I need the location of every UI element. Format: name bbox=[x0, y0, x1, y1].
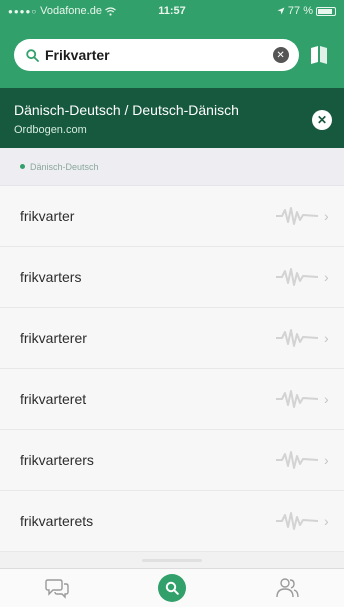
dictionary-title: Dänisch-Deutsch / Deutsch-Dänisch bbox=[14, 102, 239, 118]
chevron-right-icon: › bbox=[324, 513, 329, 529]
list-item[interactable]: frikvarteret › bbox=[0, 369, 344, 430]
list-item[interactable]: frikvarter › bbox=[0, 186, 344, 247]
result-word: frikvarterer bbox=[20, 330, 87, 346]
battery-percent: 77 % bbox=[287, 5, 313, 17]
audio-wave-icon[interactable] bbox=[276, 389, 318, 409]
tab-chat[interactable] bbox=[37, 572, 77, 604]
tab-search[interactable] bbox=[152, 572, 192, 604]
tab-users[interactable] bbox=[267, 572, 307, 604]
carrier-group: ●●●●○ Vodafone.de bbox=[8, 5, 117, 17]
carrier-label: Vodafone.de bbox=[40, 5, 102, 17]
chevron-right-icon: › bbox=[324, 269, 329, 285]
section-label-pill: Dänisch-Deutsch bbox=[20, 162, 99, 172]
result-word: frikvarters bbox=[20, 269, 82, 285]
book-button[interactable] bbox=[305, 40, 334, 70]
search-input[interactable] bbox=[45, 47, 273, 63]
section-label: Dänisch-Deutsch bbox=[30, 161, 99, 172]
result-word: frikvarterers bbox=[20, 452, 94, 468]
battery-icon bbox=[315, 6, 336, 16]
chevron-right-icon: › bbox=[324, 330, 329, 346]
book-icon bbox=[311, 46, 328, 64]
list-item[interactable]: frikvarters › bbox=[0, 247, 344, 308]
audio-wave-icon[interactable] bbox=[276, 450, 318, 470]
audio-wave-icon[interactable] bbox=[276, 511, 318, 531]
clear-circle-icon[interactable]: ✕ bbox=[272, 47, 289, 63]
result-word: frikvarter bbox=[20, 208, 75, 224]
search-bar: ✕ bbox=[0, 22, 344, 88]
battery-group: 77 % bbox=[227, 5, 336, 17]
users-icon bbox=[275, 578, 299, 598]
close-circle-icon[interactable]: ✕ bbox=[312, 110, 332, 130]
status-time: 11:57 bbox=[158, 5, 186, 17]
location-arrow-icon bbox=[277, 7, 285, 15]
audio-wave-icon[interactable] bbox=[276, 206, 318, 226]
list-item[interactable]: frikvarterer › bbox=[0, 308, 344, 369]
wifi-icon bbox=[105, 6, 116, 16]
status-bar: ●●●●○ Vodafone.de 11:57 77 % bbox=[0, 0, 344, 22]
search-icon bbox=[26, 48, 39, 62]
result-word: frikvarterets bbox=[20, 513, 94, 529]
signal-icon: ●●●●○ bbox=[8, 6, 38, 16]
chevron-right-icon: › bbox=[324, 452, 329, 468]
dictionary-banner: Dänisch-Deutsch / Deutsch-Dänisch Ordbog… bbox=[0, 88, 344, 148]
chevron-right-icon: › bbox=[324, 391, 329, 407]
scroll-grip bbox=[0, 552, 344, 568]
chat-bubbles-icon bbox=[45, 579, 70, 599]
search-field[interactable]: ✕ bbox=[14, 39, 299, 71]
list-item[interactable]: frikvarterers › bbox=[0, 430, 344, 491]
dictionary-source: Ordbogen.com bbox=[14, 124, 87, 136]
audio-wave-icon[interactable] bbox=[276, 328, 318, 348]
result-word: frikvarteret bbox=[20, 391, 87, 407]
audio-wave-icon[interactable] bbox=[276, 267, 318, 287]
results-list: frikvarter › frikvarters › frikvarterer … bbox=[0, 186, 344, 552]
chevron-right-icon: › bbox=[324, 208, 329, 224]
grip-bar bbox=[142, 558, 202, 562]
search-tab-bg bbox=[157, 574, 186, 602]
list-item[interactable]: frikvarterets › bbox=[0, 491, 344, 552]
section-dot-icon bbox=[20, 164, 25, 169]
search-icon bbox=[165, 581, 179, 595]
tab-bar bbox=[0, 568, 344, 607]
section-header: Dänisch-Deutsch bbox=[0, 148, 344, 186]
